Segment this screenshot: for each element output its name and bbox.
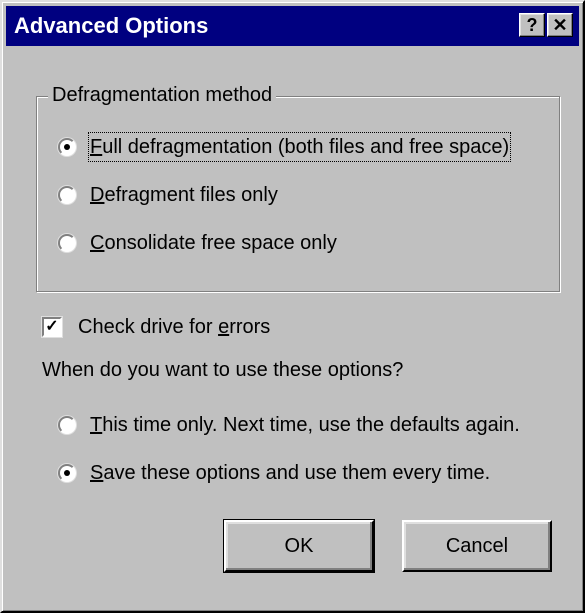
radio-button[interactable]: [58, 138, 76, 156]
radio-button[interactable]: [58, 186, 76, 204]
cancel-button[interactable]: Cancel: [402, 520, 552, 572]
radio-label: Full defragmentation (both files and fre…: [87, 132, 512, 162]
when-prompt: When do you want to use these options?: [42, 359, 404, 381]
question-mark-icon: ?: [526, 15, 538, 35]
radio-selected-dot: [64, 144, 70, 150]
checkbox-label: Check drive for errors: [78, 316, 271, 338]
title-bar[interactable]: Advanced Options ? ✕: [6, 6, 579, 46]
radio-save-options[interactable]: Save these options and use them every ti…: [58, 460, 490, 486]
radio-label: Save these options and use them every ti…: [90, 462, 491, 484]
checkbox[interactable]: ✓: [42, 317, 62, 337]
ok-button[interactable]: OK: [223, 519, 375, 573]
check-drive-for-errors[interactable]: ✓ Check drive for errors: [42, 314, 270, 340]
radio-label: Defragment files only: [90, 184, 278, 206]
close-button[interactable]: ✕: [547, 13, 573, 37]
close-icon: ✕: [552, 15, 568, 35]
window-title: Advanced Options: [14, 13, 209, 38]
radio-label: This time only. Next time, use the defau…: [90, 414, 520, 436]
radio-button[interactable]: [58, 416, 76, 434]
checkmark-icon: ✓: [45, 318, 59, 335]
group-legend: Defragmentation method: [48, 82, 277, 108]
radio-label: Consolidate free space only: [90, 232, 337, 254]
help-button[interactable]: ?: [519, 13, 545, 37]
radio-this-time-only[interactable]: This time only. Next time, use the defau…: [58, 412, 520, 438]
advanced-options-dialog: Advanced Options ? ✕ Defragmentation met…: [0, 0, 585, 613]
radio-button[interactable]: [58, 234, 76, 252]
radio-full-defragmentation[interactable]: Full defragmentation (both files and fre…: [58, 132, 512, 162]
radio-selected-dot: [64, 470, 70, 476]
radio-button[interactable]: [58, 464, 76, 482]
radio-defragment-files-only[interactable]: Defragment files only: [58, 182, 278, 208]
radio-consolidate-free-space-only[interactable]: Consolidate free space only: [58, 230, 337, 256]
